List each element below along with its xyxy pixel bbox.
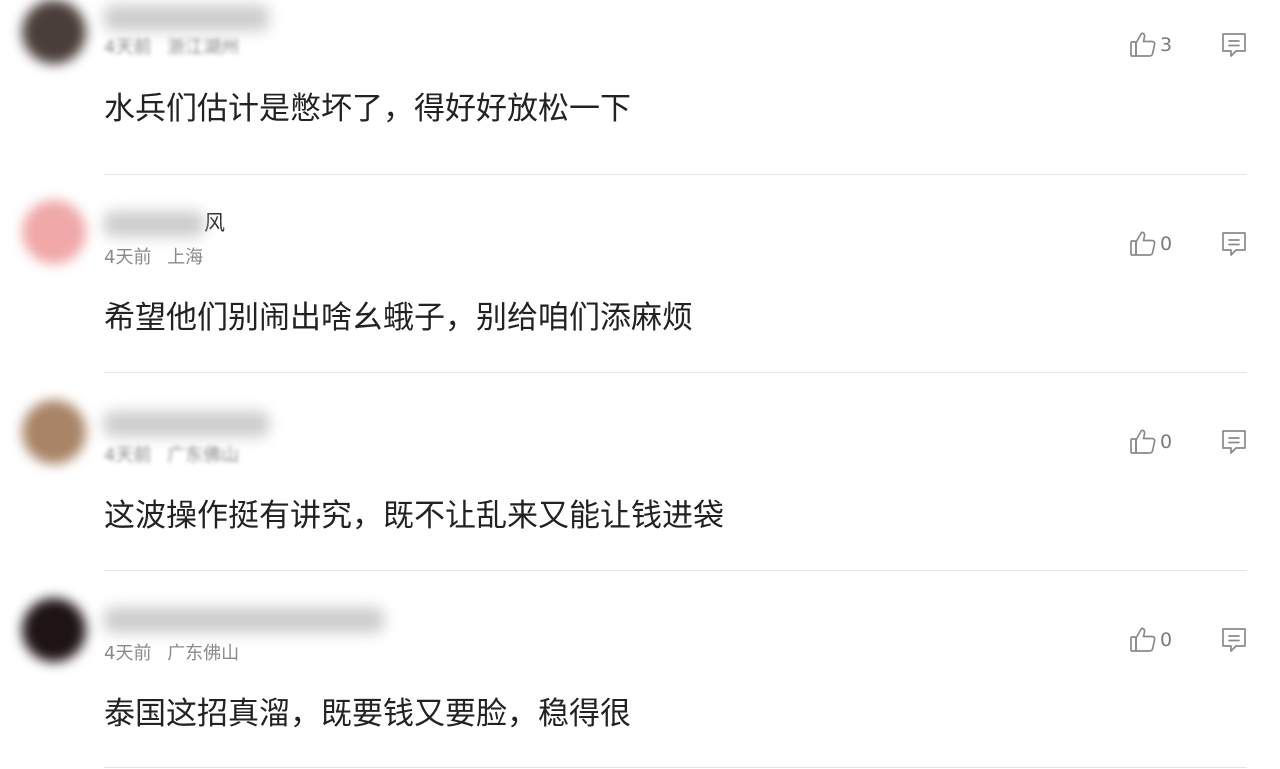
thumbs-up-icon	[1128, 427, 1158, 457]
thumbs-up-icon	[1128, 229, 1158, 259]
reply-button[interactable]	[1218, 426, 1250, 458]
avatar[interactable]	[22, 0, 86, 64]
divider	[104, 174, 1247, 175]
comment-item: 4天前 广东佛山 泰国这招真溜，既要钱又要脸，稳得很 0	[0, 590, 1280, 769]
comment-time: 4天前	[104, 643, 152, 664]
divider	[104, 767, 1247, 768]
comment-meta: 4天前 浙江湖州	[104, 36, 239, 60]
reply-button[interactable]	[1218, 228, 1250, 260]
avatar[interactable]	[22, 598, 86, 662]
comment-time: 4天前	[104, 37, 152, 58]
username-redacted	[104, 5, 269, 31]
username-redacted	[104, 411, 269, 437]
comment-text: 这波操作挺有讲究，既不让乱来又能让钱进袋	[104, 498, 724, 534]
like-button[interactable]: 0	[1128, 227, 1172, 261]
divider	[104, 372, 1247, 373]
like-count: 3	[1160, 34, 1173, 56]
comment-text: 泰国这招真溜，既要钱又要脸，稳得很	[104, 696, 631, 732]
avatar[interactable]	[22, 200, 86, 264]
comment-meta: 4天前 上海	[104, 246, 203, 270]
comment-list: 4天前 浙江湖州 水兵们估计是憋坏了，得好好放松一下 3 风 4天前 上海 希望…	[0, 0, 1280, 769]
comment-text: 水兵们估计是憋坏了，得好好放松一下	[104, 91, 631, 127]
comment-location: 上海	[167, 247, 204, 268]
username-redacted	[104, 211, 204, 237]
comment-location: 浙江湖州	[167, 37, 240, 58]
comment-icon	[1218, 228, 1250, 260]
comment-icon	[1218, 29, 1250, 61]
comment-item: 4天前 广东佛山 这波操作挺有讲究，既不让乱来又能让钱进袋 0	[0, 392, 1280, 590]
username-redacted	[104, 607, 384, 633]
like-count: 0	[1160, 233, 1173, 255]
comment-location: 广东佛山	[167, 643, 240, 664]
reply-button[interactable]	[1218, 624, 1250, 656]
username[interactable]: 风	[104, 208, 225, 238]
comment-meta: 4天前 广东佛山	[104, 444, 239, 468]
like-button[interactable]: 0	[1128, 425, 1172, 459]
divider	[104, 570, 1247, 571]
comment-location: 广东佛山	[167, 445, 240, 466]
username[interactable]	[104, 604, 384, 634]
username[interactable]	[104, 408, 269, 438]
like-button[interactable]: 0	[1128, 623, 1172, 657]
reply-button[interactable]	[1218, 29, 1250, 61]
comment-item: 4天前 浙江湖州 水兵们估计是憋坏了，得好好放松一下 3	[0, 0, 1280, 190]
like-count: 0	[1160, 629, 1173, 651]
thumbs-up-icon	[1128, 625, 1158, 655]
comment-meta: 4天前 广东佛山	[104, 642, 239, 666]
comment-time: 4天前	[104, 247, 152, 268]
like-button[interactable]: 3	[1128, 28, 1172, 62]
comment-text: 希望他们别闹出啥幺蛾子，别给咱们添麻烦	[104, 300, 693, 336]
thumbs-up-icon	[1128, 30, 1158, 60]
comment-time: 4天前	[104, 445, 152, 466]
like-count: 0	[1160, 431, 1173, 453]
avatar[interactable]	[22, 400, 86, 464]
comment-item: 风 4天前 上海 希望他们别闹出啥幺蛾子，别给咱们添麻烦 0	[0, 192, 1280, 390]
comment-icon	[1218, 624, 1250, 656]
username[interactable]	[104, 2, 269, 32]
comment-icon	[1218, 426, 1250, 458]
